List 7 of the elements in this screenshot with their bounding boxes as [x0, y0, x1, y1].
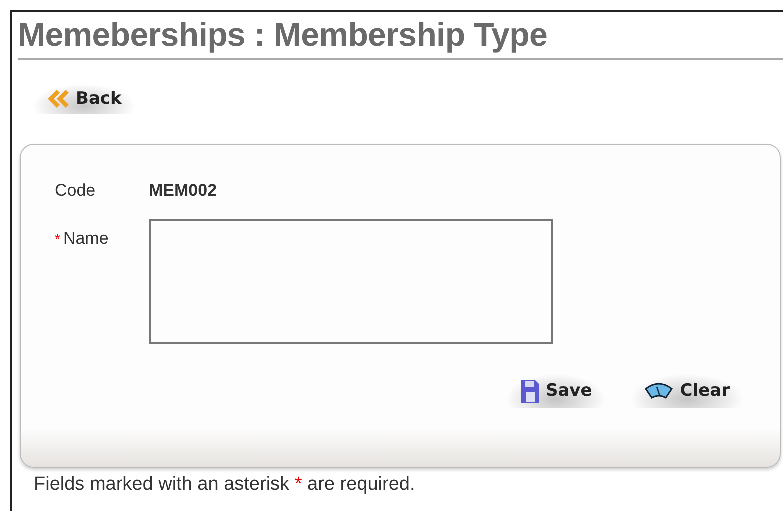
name-field[interactable]	[149, 219, 553, 344]
double-chevron-left-icon	[46, 88, 70, 110]
required-note: Fields marked with an asterisk * are required.	[33, 473, 416, 496]
code-value: MEM002	[149, 181, 218, 201]
field-label: Code	[55, 181, 97, 201]
page-title: Memeberships : Membership Type	[18, 12, 783, 60]
field-label: * Name	[55, 229, 110, 249]
